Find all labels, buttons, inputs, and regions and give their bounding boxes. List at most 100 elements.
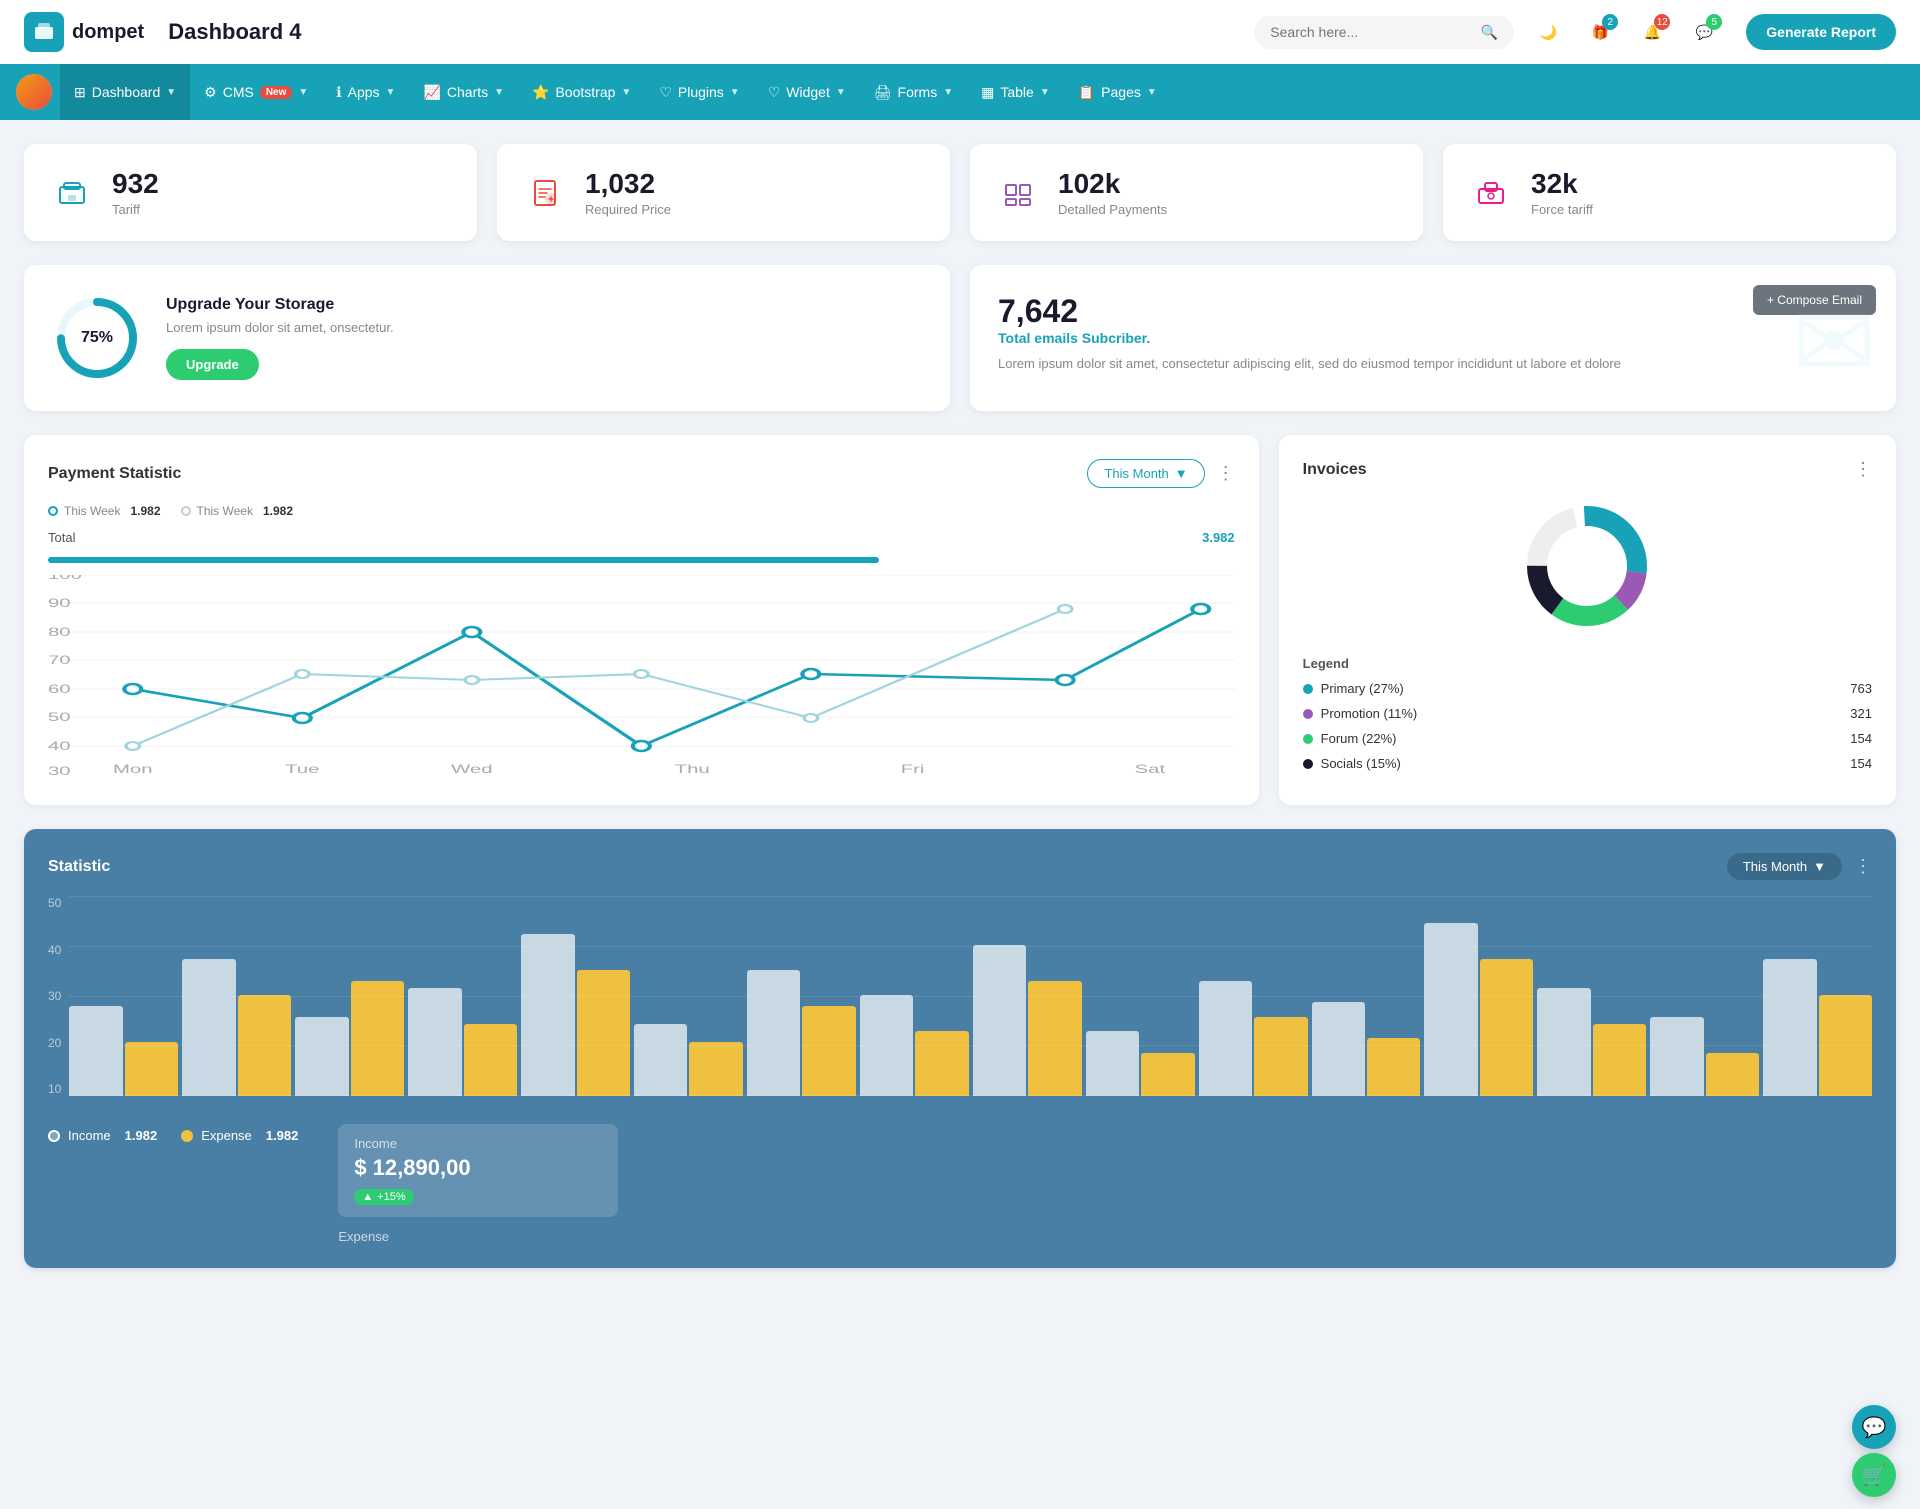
logo[interactable]: dompet xyxy=(24,12,144,52)
nav-charts-label: Charts xyxy=(447,84,488,100)
expense-bar xyxy=(1141,1053,1194,1096)
legend2-label: This Week xyxy=(197,504,253,518)
page-title: Dashboard 4 xyxy=(168,19,1254,45)
chat-icon-btn[interactable]: 💬 5 xyxy=(1686,14,1722,50)
nav-table-label: Table xyxy=(1000,84,1033,100)
expense-bar xyxy=(1367,1038,1420,1096)
legend-entry-primary: Primary (27%) 763 xyxy=(1303,681,1872,696)
email-count: 7,642 xyxy=(998,293,1868,330)
sidebar-item-pages[interactable]: 📋 Pages ▼ xyxy=(1064,64,1171,120)
chevron-down-icon-plugins: ▼ xyxy=(730,87,740,98)
bar-group xyxy=(521,896,630,1096)
chevron-down-icon-cms: ▼ xyxy=(298,87,308,98)
expense-bar xyxy=(464,1024,517,1096)
nav-cms-label: CMS xyxy=(223,84,254,100)
bar-group xyxy=(69,896,178,1096)
income-bar xyxy=(295,1017,348,1096)
cms-badge: New xyxy=(260,86,293,99)
force-label: Force tariff xyxy=(1531,202,1593,217)
svg-text:80: 80 xyxy=(48,625,71,639)
sidebar-item-charts[interactable]: 📈 Charts ▼ xyxy=(409,64,518,120)
bar-group xyxy=(408,896,517,1096)
support-fab[interactable]: 💬 xyxy=(1852,1405,1896,1449)
cms-icon: ⚙ xyxy=(204,84,217,101)
legend-primary-label: Primary (27%) xyxy=(1321,681,1404,696)
pages-icon: 📋 xyxy=(1078,84,1095,101)
legend-socials-value: 154 xyxy=(1850,756,1872,771)
email-description: Lorem ipsum dolor sit amet, consectetur … xyxy=(998,354,1868,374)
income-bar xyxy=(521,934,574,1096)
sidebar-item-table[interactable]: ▦ Table ▼ xyxy=(967,64,1064,120)
sidebar-item-widget[interactable]: ♡ Widget ▼ xyxy=(754,64,860,120)
chevron-down-icon-filter: ▼ xyxy=(1175,466,1188,481)
legend-entry-socials: Socials (15%) 154 xyxy=(1303,756,1872,771)
sidebar-item-forms[interactable]: 🖨 Forms ▼ xyxy=(860,64,967,120)
sidebar-item-apps[interactable]: ℹ Apps ▼ xyxy=(322,64,409,120)
income-bar xyxy=(408,988,461,1096)
chat-badge: 5 xyxy=(1706,14,1722,30)
price-icon xyxy=(521,169,569,217)
sidebar-item-dashboard[interactable]: ⊞ Dashboard ▼ xyxy=(60,64,190,120)
filter-label: This Month xyxy=(1104,466,1168,481)
gift-badge: 2 xyxy=(1602,14,1618,30)
expense-bar xyxy=(1819,995,1872,1096)
income-bar xyxy=(860,995,913,1096)
chevron-down-icon-pages: ▼ xyxy=(1147,87,1157,98)
statistic-card: Statistic This Month ▼ ⋮ 5040302010 xyxy=(24,829,1896,1268)
search-input[interactable] xyxy=(1270,24,1473,40)
cart-fab[interactable]: 🛒 xyxy=(1852,1453,1896,1497)
stat-card-force: 32k Force tariff xyxy=(1443,144,1896,241)
svg-text:60: 60 xyxy=(48,682,71,696)
table-icon: ▦ xyxy=(981,84,994,101)
income-bar xyxy=(747,970,800,1096)
chevron-down-icon-widget: ▼ xyxy=(836,87,846,98)
bar-group xyxy=(634,896,743,1096)
income-bar xyxy=(1086,1031,1139,1096)
expense-bar xyxy=(1593,1024,1646,1096)
generate-report-button[interactable]: Generate Report xyxy=(1746,14,1896,50)
payments-icon xyxy=(994,169,1042,217)
main-content: 932 Tariff 1,032 Required Price xyxy=(0,120,1920,1292)
expense-bar xyxy=(125,1042,178,1096)
more-options-icon[interactable]: ⋮ xyxy=(1217,463,1235,484)
bar-group xyxy=(1650,896,1759,1096)
legend-entry-forum: Forum (22%) 154 xyxy=(1303,731,1872,746)
payment-filter-button[interactable]: This Month ▼ xyxy=(1087,459,1204,488)
chevron-down-icon: ▼ xyxy=(166,87,176,98)
expense-value: 1.982 xyxy=(266,1128,299,1143)
bar-group xyxy=(1199,896,1308,1096)
statistic-filter-button[interactable]: This Month ▼ xyxy=(1727,853,1842,880)
bar-group xyxy=(1312,896,1421,1096)
nav-plugins-label: Plugins xyxy=(678,84,724,100)
bar-group xyxy=(1763,896,1872,1096)
statistic-more-icon[interactable]: ⋮ xyxy=(1854,856,1872,877)
sidebar-item-plugins[interactable]: ♡ Plugins ▼ xyxy=(645,64,753,120)
chevron-down-icon-bootstrap: ▼ xyxy=(621,87,631,98)
moon-icon-btn[interactable]: 🌙 xyxy=(1530,14,1566,50)
svg-text:Mon: Mon xyxy=(113,762,153,775)
invoice-more-icon[interactable]: ⋮ xyxy=(1854,459,1872,480)
nav-forms-label: Forms xyxy=(898,84,938,100)
storage-description: Lorem ipsum dolor sit amet, onsectetur. xyxy=(166,320,394,335)
nav-bootstrap-label: Bootstrap xyxy=(555,84,615,100)
sidebar-item-bootstrap[interactable]: ⭐ Bootstrap ▼ xyxy=(518,64,645,120)
stat-card-tariff: 932 Tariff xyxy=(24,144,477,241)
sidebar-item-cms[interactable]: ⚙ CMS New ▼ xyxy=(190,64,322,120)
svg-text:100: 100 xyxy=(48,575,82,582)
statistic-filter-label: This Month xyxy=(1743,859,1807,874)
total-label: Total xyxy=(48,530,75,545)
upgrade-button[interactable]: Upgrade xyxy=(166,349,259,380)
statistic-title: Statistic xyxy=(48,858,110,876)
chevron-down-icon-stat: ▼ xyxy=(1813,859,1826,874)
stats-grid: 932 Tariff 1,032 Required Price xyxy=(24,144,1896,241)
nav-widget-label: Widget xyxy=(786,84,830,100)
bell-icon-btn[interactable]: 🔔 12 xyxy=(1634,14,1670,50)
search-icon[interactable]: 🔍 xyxy=(1481,24,1498,41)
income-bar xyxy=(1537,988,1590,1096)
expense-bar xyxy=(238,995,291,1096)
search-bar[interactable]: 🔍 xyxy=(1254,16,1514,49)
forms-icon: 🖨 xyxy=(874,84,892,101)
nav-bar: ⊞ Dashboard ▼ ⚙ CMS New ▼ ℹ Apps ▼ 📈 Cha… xyxy=(0,64,1920,120)
gift-icon-btn[interactable]: 🎁 2 xyxy=(1582,14,1618,50)
expense-bar xyxy=(689,1042,742,1096)
